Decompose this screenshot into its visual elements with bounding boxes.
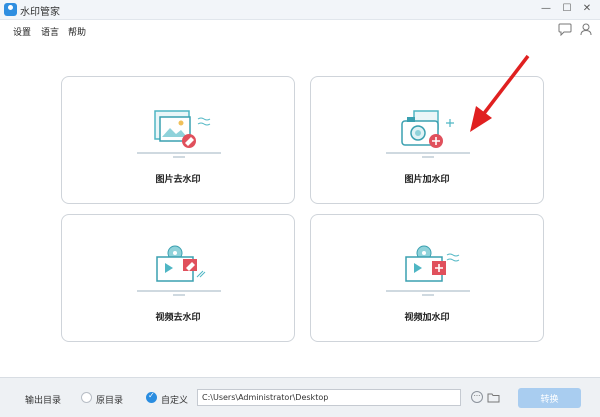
card-label: 图片加水印 <box>404 175 450 185</box>
card-label: 视频加水印 <box>404 313 450 323</box>
title-bar: 水印管家 — ☐ ✕ <box>0 0 600 20</box>
footer-bar: 输出目录 原目录 自定义 ··· 转换 <box>0 377 600 417</box>
card-image-add-watermark[interactable]: 图片加水印 <box>310 76 544 204</box>
menu-language[interactable]: 语言 <box>41 25 59 38</box>
maximize-button[interactable]: ☐ <box>560 2 574 16</box>
radio-original-label[interactable]: 原目录 <box>96 393 123 406</box>
menu-help[interactable]: 帮助 <box>68 25 86 38</box>
menu-bar: 设置 语言 帮助 <box>0 20 600 40</box>
card-label: 图片去水印 <box>155 175 201 185</box>
menu-settings[interactable]: 设置 <box>13 25 31 38</box>
output-path-input[interactable] <box>197 389 461 406</box>
close-button[interactable]: ✕ <box>580 2 594 16</box>
video-add-watermark-icon <box>386 245 470 296</box>
radio-custom-label[interactable]: 自定义 <box>161 393 188 406</box>
radio-custom-dir[interactable] <box>146 391 157 403</box>
image-remove-watermark-icon <box>137 110 221 158</box>
app-title: 水印管家 <box>20 7 60 18</box>
image-add-watermark-icon <box>386 110 470 158</box>
more-options-icon[interactable]: ··· <box>471 391 483 403</box>
radio-original-dir[interactable] <box>81 392 92 403</box>
app-logo-icon <box>4 3 17 16</box>
card-label: 视频去水印 <box>155 313 201 323</box>
output-dir-label: 输出目录 <box>25 396 62 406</box>
user-icon[interactable] <box>580 23 592 36</box>
main-area: 图片去水印 图片加水印 视频去水印 视频加水印 <box>0 40 600 377</box>
convert-button[interactable]: 转换 <box>518 388 581 408</box>
folder-icon[interactable] <box>487 391 500 403</box>
chat-icon[interactable] <box>558 23 572 36</box>
card-video-add-watermark[interactable]: 视频加水印 <box>310 214 544 342</box>
minimize-button[interactable]: — <box>539 2 553 16</box>
card-video-remove-watermark[interactable]: 视频去水印 <box>61 214 295 342</box>
video-remove-watermark-icon <box>137 245 221 296</box>
card-image-remove-watermark[interactable]: 图片去水印 <box>61 76 295 204</box>
